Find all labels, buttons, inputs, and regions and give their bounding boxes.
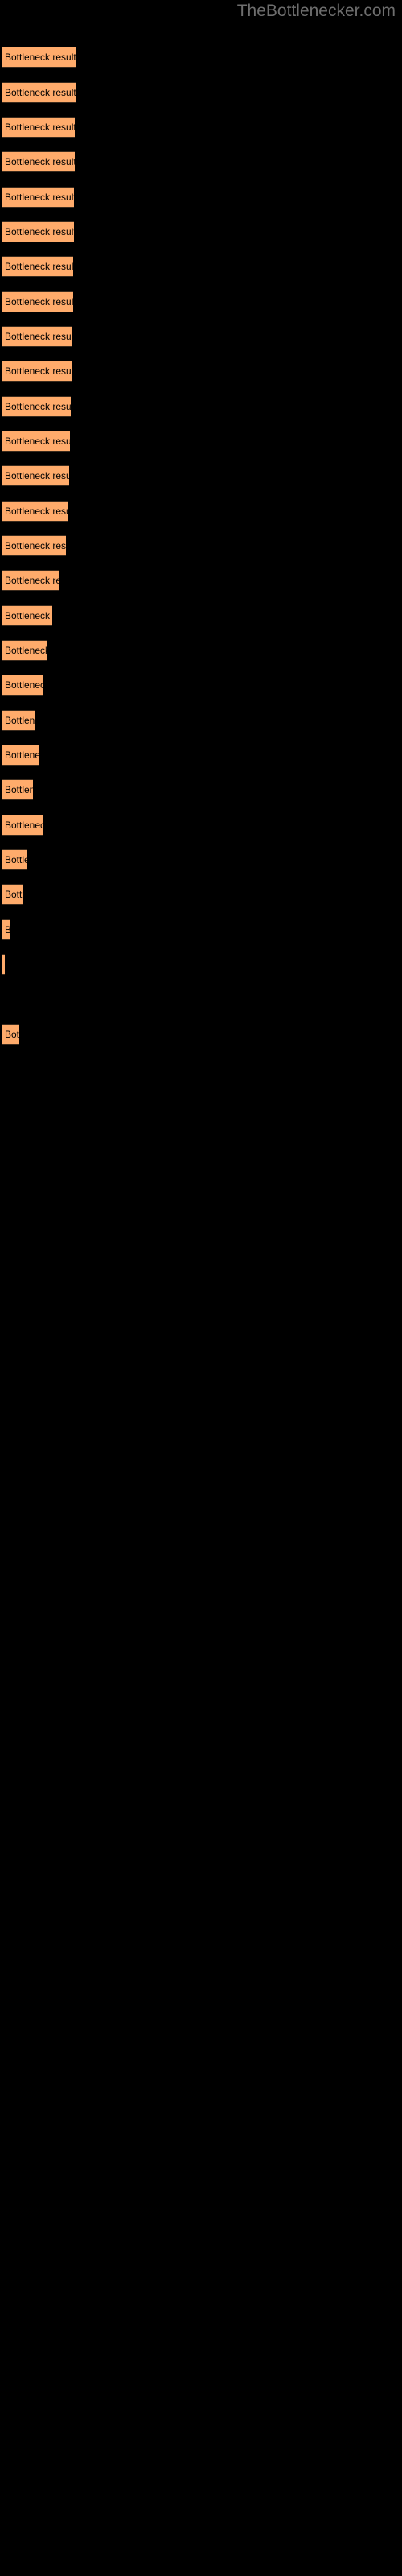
- chart-bar[interactable]: Bottleneck result: [2, 82, 76, 103]
- chart-bar[interactable]: Bottleneck result: [2, 396, 71, 417]
- chart-bar[interactable]: Bottleneck result: [2, 605, 52, 626]
- chart-bar-label: Bottleneck result: [5, 296, 73, 308]
- chart-bar-label: Bottleneck result: [5, 854, 27, 865]
- chart-bar[interactable]: Bottleneck result: [2, 570, 59, 591]
- chart-bar[interactable]: Bottleneck result: [2, 47, 76, 68]
- chart-bar[interactable]: Bottleneck result: [2, 117, 75, 138]
- chart-bar-label: Bottleneck result: [5, 470, 69, 481]
- chart-bar[interactable]: Bottleneck result: [2, 535, 66, 556]
- chart-bar-label: Bottleneck result: [5, 1029, 19, 1040]
- chart-bar[interactable]: Bottleneck result: [2, 884, 23, 905]
- chart-bar[interactable]: Bottleneck result: [2, 815, 43, 836]
- chart-bar-label: Bottleneck result: [5, 122, 75, 133]
- chart-bar[interactable]: Bottleneck result: [2, 710, 35, 731]
- chart-bar[interactable]: Bottleneck result: [2, 640, 47, 661]
- chart-bar[interactable]: Bottleneck result: [2, 779, 33, 800]
- chart-bar[interactable]: Bottleneck result: [2, 256, 73, 277]
- chart-bar-label: Bottleneck result: [5, 575, 59, 586]
- chart-bar-label: Bottleneck result: [5, 226, 74, 237]
- chart-bar[interactable]: Bottleneck result: [2, 849, 27, 870]
- chart-bar-label: Bottleneck result: [5, 784, 33, 795]
- chart-bar-label: Bottleneck result: [5, 819, 43, 831]
- chart-bar-label: Bottleneck result: [5, 401, 71, 412]
- bar-chart-plot-area: Bottleneck result Bottleneck result Bottle…: [0, 0, 402, 2576]
- chart-bar[interactable]: Bottleneck result: [2, 361, 72, 382]
- chart-bar[interactable]: Bottleneck result: [2, 465, 69, 486]
- chart-bar[interactable]: Bottleneck result: [2, 151, 75, 172]
- chart-bar-label: Bottleneck result: [5, 889, 23, 900]
- chart-bar[interactable]: Bottleneck result: [2, 221, 74, 242]
- chart-bar-label: Bottleneck result: [5, 52, 76, 63]
- chart-bar[interactable]: Bottleneck result: [2, 326, 72, 347]
- chart-bar[interactable]: Bottleneck result: [2, 1024, 19, 1045]
- chart-bar-label: Bottleneck result: [5, 436, 70, 447]
- chart-bar-label: Bottleneck result: [5, 715, 35, 726]
- chart-bar-label: Bottleneck result: [5, 506, 68, 517]
- chart-bar[interactable]: Bottleneck result: [2, 291, 73, 312]
- chart-bar-label: Bottleneck result: [5, 749, 39, 761]
- chart-bar-label: Bottleneck result: [5, 610, 52, 621]
- chart-bar-label: Bottleneck result: [5, 87, 76, 98]
- chart-bar-label: Bottleneck result: [5, 331, 72, 342]
- chart-bar-label: Bottleneck result: [5, 923, 10, 937]
- chart-bar[interactable]: Bottleneck result: [2, 675, 43, 696]
- chart-bar[interactable]: Bottleneck result: [2, 501, 68, 522]
- chart-bar[interactable]: Bottleneck result: [2, 187, 74, 208]
- chart-bar-label: Bottleneck result: [5, 156, 75, 167]
- chart-bar-label: Bottleneck result: [5, 192, 74, 203]
- chart-bar-label: Bottleneck result: [5, 365, 72, 377]
- chart-bar-label: Bottleneck result: [5, 261, 73, 272]
- chart-bar-label: Bottleneck result: [5, 645, 47, 656]
- chart-bar[interactable]: Bottleneck result: [2, 745, 39, 766]
- bottleneck-chart-page: TheBottlenecker.com Bottleneck result Bot…: [0, 0, 402, 2576]
- chart-bar[interactable]: Bottleneck result: [2, 431, 70, 452]
- chart-bar-label: Bottleneck result: [5, 540, 66, 551]
- chart-bar-label: Bottleneck result: [5, 679, 43, 691]
- chart-bar[interactable]: Bottleneck result: [2, 919, 10, 940]
- chart-bar[interactable]: Bottleneck result: [2, 954, 5, 975]
